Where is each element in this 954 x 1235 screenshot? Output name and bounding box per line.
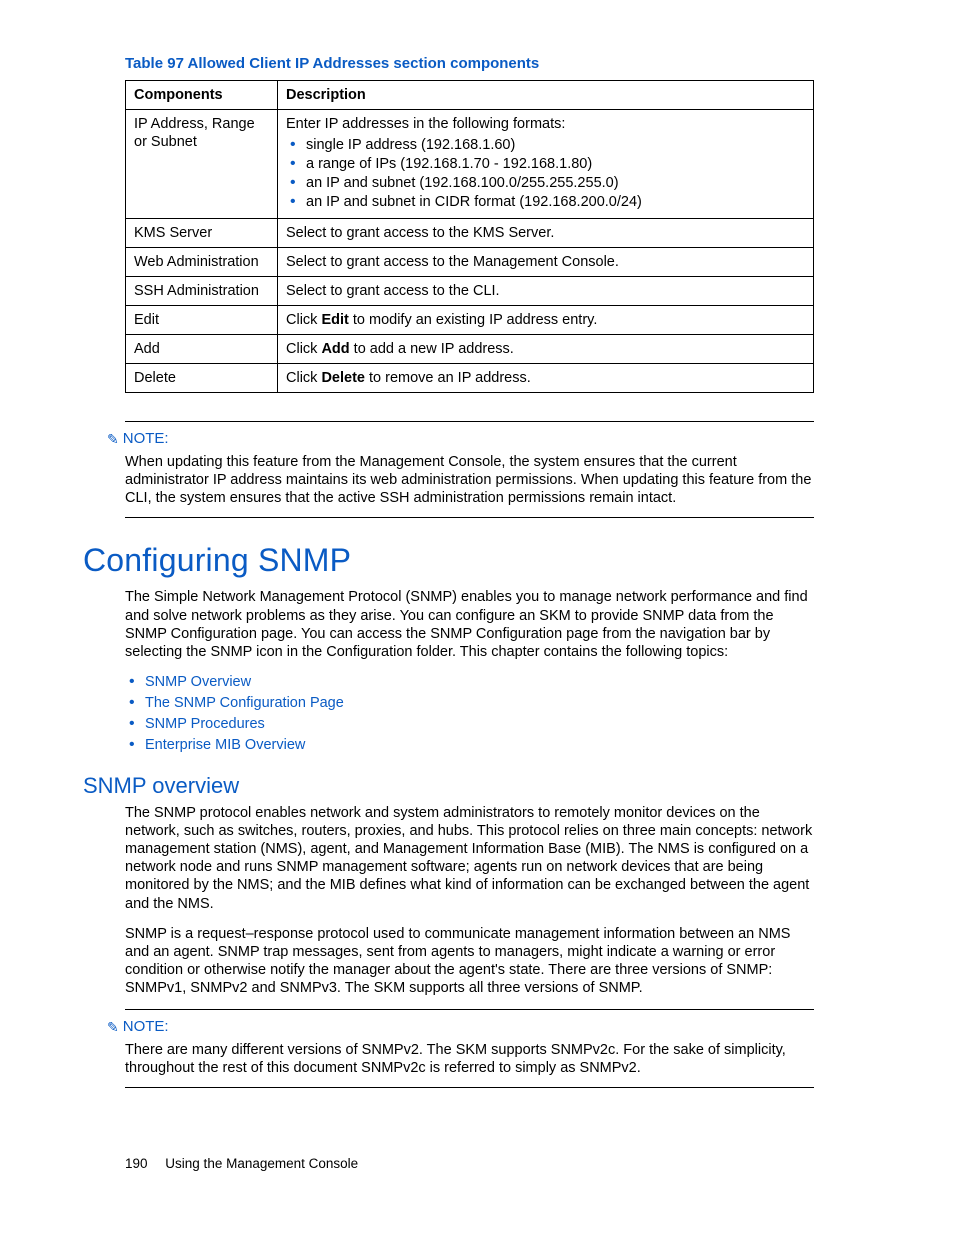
cell-component: Add xyxy=(126,335,278,364)
topic-link[interactable]: SNMP Overview xyxy=(145,673,814,691)
cell-description: Click Edit to modify an existing IP addr… xyxy=(278,305,814,334)
cell-description: Click Add to add a new IP address. xyxy=(278,335,814,364)
table-caption: Table 97 Allowed Client IP Addresses sec… xyxy=(125,55,814,74)
intro-paragraph: The Simple Network Management Protocol (… xyxy=(125,588,814,661)
table-header-description: Description xyxy=(278,80,814,109)
table-row: KMS Server Select to grant access to the… xyxy=(126,218,814,247)
table-header-components: Components xyxy=(126,80,278,109)
note-heading: ✎ NOTE: xyxy=(107,430,814,449)
cell-description: Select to grant access to the Management… xyxy=(278,247,814,276)
cell-description: Select to grant access to the KMS Server… xyxy=(278,218,814,247)
cell-component: Web Administration xyxy=(126,247,278,276)
footer-title: Using the Management Console xyxy=(165,1156,358,1171)
cell-description: Click Delete to remove an IP address. xyxy=(278,364,814,393)
cell-component: SSH Administration xyxy=(126,276,278,305)
topic-link[interactable]: The SNMP Configuration Page xyxy=(145,694,814,712)
bullet-item: single IP address (192.168.1.60) xyxy=(306,136,805,154)
note-body: When updating this feature from the Mana… xyxy=(125,453,814,507)
components-table: Components Description IP Address, Range… xyxy=(125,80,814,394)
cell-component: Edit xyxy=(126,305,278,334)
note-block: ✎ NOTE: When updating this feature from … xyxy=(125,421,814,518)
cell-description: Enter IP addresses in the following form… xyxy=(278,109,814,218)
cell-component: IP Address, Range or Subnet xyxy=(126,109,278,218)
cell-description: Select to grant access to the CLI. xyxy=(278,276,814,305)
note-label: NOTE: xyxy=(123,430,169,449)
note-body: There are many different versions of SNM… xyxy=(125,1041,814,1077)
overview-paragraph-1: The SNMP protocol enables network and sy… xyxy=(125,804,814,913)
note-label: NOTE: xyxy=(123,1018,169,1037)
note-icon: ✎ xyxy=(107,1019,119,1037)
overview-paragraph-2: SNMP is a request–response protocol used… xyxy=(125,925,814,998)
bullet-item: an IP and subnet (192.168.100.0/255.255.… xyxy=(306,174,805,192)
table-row: Web Administration Select to grant acces… xyxy=(126,247,814,276)
note-icon: ✎ xyxy=(107,431,119,449)
heading-configuring-snmp: Configuring SNMP xyxy=(83,540,814,580)
page-footer: 190 Using the Management Console xyxy=(125,1156,358,1173)
table-row: SSH Administration Select to grant acces… xyxy=(126,276,814,305)
cell-intro: Enter IP addresses in the following form… xyxy=(286,116,565,132)
table-row: IP Address, Range or Subnet Enter IP add… xyxy=(126,109,814,218)
heading-snmp-overview: SNMP overview xyxy=(83,772,814,800)
topic-link-list: SNMP Overview The SNMP Configuration Pag… xyxy=(125,673,814,755)
cell-component: KMS Server xyxy=(126,218,278,247)
table-row: Delete Click Delete to remove an IP addr… xyxy=(126,364,814,393)
note-block: ✎ NOTE: There are many different version… xyxy=(125,1009,814,1088)
topic-link[interactable]: Enterprise MIB Overview xyxy=(145,736,814,754)
note-heading: ✎ NOTE: xyxy=(107,1018,814,1037)
table-row: Add Click Add to add a new IP address. xyxy=(126,335,814,364)
page-number: 190 xyxy=(125,1156,148,1171)
table-row: Edit Click Edit to modify an existing IP… xyxy=(126,305,814,334)
cell-component: Delete xyxy=(126,364,278,393)
cell-bullet-list: single IP address (192.168.1.60) a range… xyxy=(286,136,805,212)
bullet-item: an IP and subnet in CIDR format (192.168… xyxy=(306,193,805,211)
bullet-item: a range of IPs (192.168.1.70 - 192.168.1… xyxy=(306,155,805,173)
topic-link[interactable]: SNMP Procedures xyxy=(145,715,814,733)
